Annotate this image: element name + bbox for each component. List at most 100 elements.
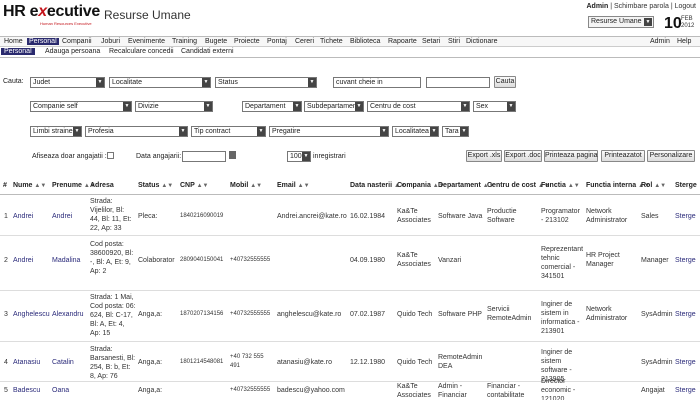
row-compania: Quido Tech — [397, 311, 433, 318]
keyword-input[interactable]: cuvant cheie in — [333, 77, 421, 88]
menu-dictionare[interactable]: Dictionare — [464, 38, 500, 45]
module-select[interactable]: Resurse Umane ▼ — [588, 16, 654, 28]
chevron-down-icon: ▼ — [507, 102, 515, 111]
menu-evenimente[interactable]: Evenimente — [126, 38, 167, 45]
col-email[interactable]: Email ▲▼ — [277, 182, 310, 189]
col-rol[interactable]: Rol ▲▼ — [641, 182, 666, 189]
menu-personal[interactable]: Personal — [27, 38, 59, 45]
menu-companii[interactable]: Companii — [60, 38, 94, 45]
calendar-icon[interactable] — [229, 151, 236, 159]
menu-bugete[interactable]: Bugete — [203, 38, 229, 45]
only-employees-label: Afiseaza doar angajatii : — [32, 153, 107, 160]
row-nume[interactable]: Andrei — [13, 212, 33, 221]
row-rol: SysAdmin — [641, 311, 673, 318]
subdepartament-select[interactable]: Subdepartament ▼ — [304, 101, 364, 112]
row-num: 4 — [4, 359, 8, 366]
limbi-straine-select[interactable]: Limbi straine ▼ — [30, 126, 82, 137]
limbi-straine-select-value: Limbi straine — [33, 128, 73, 135]
menu-cereri[interactable]: Cereri — [293, 38, 316, 45]
menu-help[interactable]: Help — [675, 38, 693, 45]
col-status[interactable]: Status ▲▼ — [138, 182, 173, 189]
search-button[interactable]: Cauta — [494, 76, 516, 88]
export-doc-button[interactable]: Export .doc — [504, 150, 542, 162]
tara-select[interactable]: Tara ▼ — [442, 126, 469, 137]
row-status: Anga,a: — [138, 311, 163, 318]
per-page-select-value: 100 — [290, 153, 302, 160]
companie-select[interactable]: Companie self ▼ — [30, 101, 132, 112]
status-select[interactable]: Status ▼ — [215, 77, 317, 88]
row-email: atanasiu@kate.ro — [277, 359, 332, 366]
chevron-down-icon: ▼ — [257, 127, 265, 136]
col-functia-interna-label: Functia interna — [586, 182, 637, 189]
menu-setari[interactable]: Setari — [420, 38, 442, 45]
menu-stiri[interactable]: Stiri — [446, 38, 462, 45]
hire-date-input[interactable] — [182, 151, 226, 162]
localitate-select-value: Localitate — [112, 79, 142, 86]
delete-link[interactable]: Sterge — [675, 358, 696, 367]
delete-link[interactable]: Sterge — [675, 256, 696, 265]
date-month-year: FEB 2012 — [681, 16, 694, 30]
row-nume[interactable]: Anghelescu — [13, 310, 50, 319]
menu-biblioteca[interactable]: Biblioteca — [348, 38, 382, 45]
submenu-candidati-externi[interactable]: Candidati externi — [178, 48, 237, 55]
print-all-button[interactable]: Printeazatot — [601, 150, 645, 162]
sort-icon: ▲▼ — [567, 183, 580, 189]
divizie-select[interactable]: Divizie ▼ — [135, 101, 213, 112]
delete-link[interactable]: Sterge — [675, 310, 696, 319]
divizie-select-value: Divizie — [138, 103, 159, 110]
row-mobil: +40 732 555 491 — [230, 354, 264, 369]
row-departament: Vanzari — [438, 257, 462, 264]
row-status: Anga,a: — [138, 359, 163, 366]
only-employees-checkbox[interactable] — [107, 152, 114, 159]
submenu-recalculare-concedii[interactable]: Recalculare concedii — [106, 48, 177, 55]
menu-home[interactable]: Home — [2, 38, 25, 45]
logout-link[interactable]: Logout — [675, 3, 696, 10]
export-xls-button[interactable]: Export .xls — [466, 150, 502, 162]
table-header: # Nume ▲▼ Prenume ▲▼ Adresa Status ▲▼ CN… — [0, 177, 700, 195]
profesia-select[interactable]: Profesia ▼ — [85, 126, 188, 137]
col-nume[interactable]: Nume ▲▼ — [13, 182, 46, 189]
date-day: 10 — [664, 15, 682, 32]
row-prenume[interactable]: Oana — [52, 386, 69, 395]
col-mobil[interactable]: Mobil ▲▼ — [230, 182, 262, 189]
departament-select[interactable]: Departament ▼ — [242, 101, 302, 112]
localitatea-select[interactable]: Localitatea ▼ — [392, 126, 439, 137]
change-password-link[interactable]: Schimbare parola — [614, 3, 669, 10]
menu-joburi[interactable]: Joburi — [99, 38, 122, 45]
pregatire-select[interactable]: Pregatire ▼ — [269, 126, 389, 137]
print-page-button[interactable]: Printeaza pagina — [544, 150, 598, 162]
centru-cost-select[interactable]: Centru de cost ▼ — [367, 101, 470, 112]
menu-admin[interactable]: Admin — [648, 38, 672, 45]
tip-contract-select[interactable]: Tip contract ▼ — [191, 126, 266, 137]
col-functia[interactable]: Functia ▲▼ — [541, 182, 580, 189]
menu-pontaj[interactable]: Pontaj — [265, 38, 289, 45]
row-prenume[interactable]: Alexandru — [52, 310, 84, 319]
col-cnp[interactable]: CNP ▲▼ — [180, 182, 209, 189]
menu-tichete[interactable]: Tichete — [318, 38, 345, 45]
delete-link[interactable]: Sterge — [675, 212, 696, 221]
chevron-down-icon: ▼ — [461, 102, 469, 111]
row-data: 04.09.1980 — [350, 257, 386, 264]
user-links: Admin | Schimbare parola | Logout — [586, 3, 696, 10]
row-nume[interactable]: Andrei — [13, 256, 33, 265]
menu-proiecte[interactable]: Proiecte — [232, 38, 262, 45]
delete-link[interactable]: Sterge — [675, 386, 696, 395]
row-nume[interactable]: Atanasiu — [13, 358, 40, 367]
personalize-button[interactable]: Personalizare — [647, 150, 695, 162]
menu-rapoarte[interactable]: Rapoarte — [386, 38, 419, 45]
submenu-adauga-persoana[interactable]: Adauga persoana — [42, 48, 103, 55]
col-compania-label: Compania — [397, 182, 431, 189]
judet-select[interactable]: Judet ▼ — [30, 77, 105, 88]
keyword-scope-input[interactable] — [426, 77, 490, 88]
menu-training[interactable]: Training — [170, 38, 199, 45]
row-nume[interactable]: Badescu — [13, 386, 40, 395]
row-compania: Quido Tech — [397, 359, 433, 366]
submenu-personal[interactable]: Personal — [1, 48, 35, 55]
localitate-select[interactable]: Localitate ▼ — [109, 77, 211, 88]
sex-select[interactable]: Sex ▼ — [473, 101, 516, 112]
per-page-select[interactable]: 100 ▼ — [287, 151, 311, 162]
row-prenume[interactable]: Catalin — [52, 358, 74, 367]
row-prenume[interactable]: Andrei — [52, 212, 72, 221]
row-prenume[interactable]: Madalina — [52, 256, 80, 265]
row-centru: Servicii RemoteAdmin — [487, 306, 532, 322]
